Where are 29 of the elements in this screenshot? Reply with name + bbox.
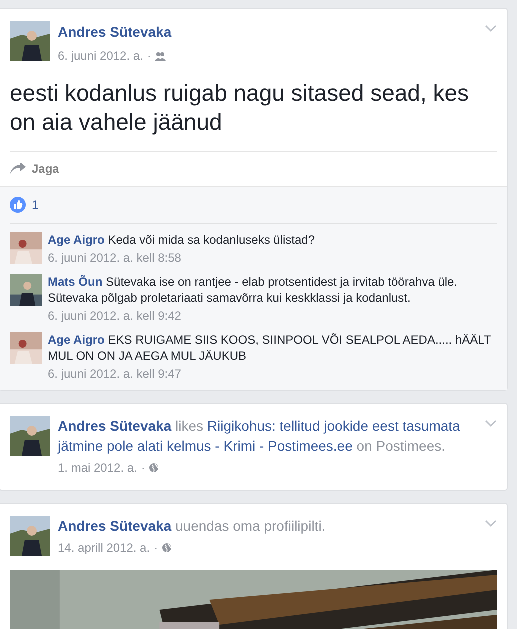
post-text: eesti kodanlus ruigab nagu sitased sead, kes on aia vahele jäänud	[10, 79, 497, 152]
author-name[interactable]: Andres Sütevaka	[58, 24, 172, 40]
post-date[interactable]: 14. aprill 2012. a.	[58, 538, 150, 558]
share-button[interactable]: Jaga	[32, 160, 60, 178]
comment-author[interactable]: Age Aigro	[48, 233, 105, 247]
like-count[interactable]: 1	[32, 196, 39, 214]
chevron-down-icon[interactable]	[485, 420, 497, 428]
comment-time[interactable]: 6. juuni 2012. a. kell 9:42	[48, 308, 497, 324]
separator-dot: ·	[154, 540, 158, 557]
share-arrow-icon	[10, 163, 26, 175]
activity-text: Andres Sütevaka uuendas oma profiilipilti.	[58, 517, 327, 536]
post-date[interactable]: 1. mai 2012. a.	[58, 458, 138, 478]
post-date[interactable]: 6. juuni 2012. a.	[58, 47, 144, 65]
comment-author[interactable]: Age Aigro	[48, 333, 105, 347]
comment-text: Age Aigro Keda või mida sa kodanluseks ülistad?	[48, 232, 316, 248]
friends-icon	[155, 52, 166, 60]
activity-text: Andres Sütevaka likes Riigikohus: tellitud jookide eest tasumata jätmine pole alati kelmus - Krimi - Postimees.ee on Postimees.	[58, 417, 462, 456]
comment-text: Age Aigro EKS RUIGAME SIIS KOOS, SIINPOOL VÕI SEALPOL AEDA..... hÄÄLT MUL ON ON JA AEGA MUL JÄUKUB	[48, 332, 492, 364]
globe-icon	[149, 463, 160, 473]
comment-author[interactable]: Mats Õun	[48, 275, 103, 289]
separator-dot: ·	[147, 48, 152, 65]
globe-icon	[162, 543, 172, 553]
thumbs-up-icon	[10, 197, 26, 213]
chevron-down-icon[interactable]	[485, 25, 497, 33]
chevron-down-icon[interactable]	[485, 520, 497, 528]
comment-time[interactable]: 6. juuni 2012. a. kell 9:47	[48, 366, 497, 382]
comment-time[interactable]: 6. juuni 2012. a. kell 8:58	[48, 250, 497, 266]
separator-dot: ·	[141, 460, 146, 477]
comment-text: Mats Õun Sütevaka ise on rantjee - elab protsentidest ja irvitab töörahva üle. Sütevaka põlgab proletariaati samavõrra kui keskklassi ja kodanlust.	[48, 274, 459, 306]
